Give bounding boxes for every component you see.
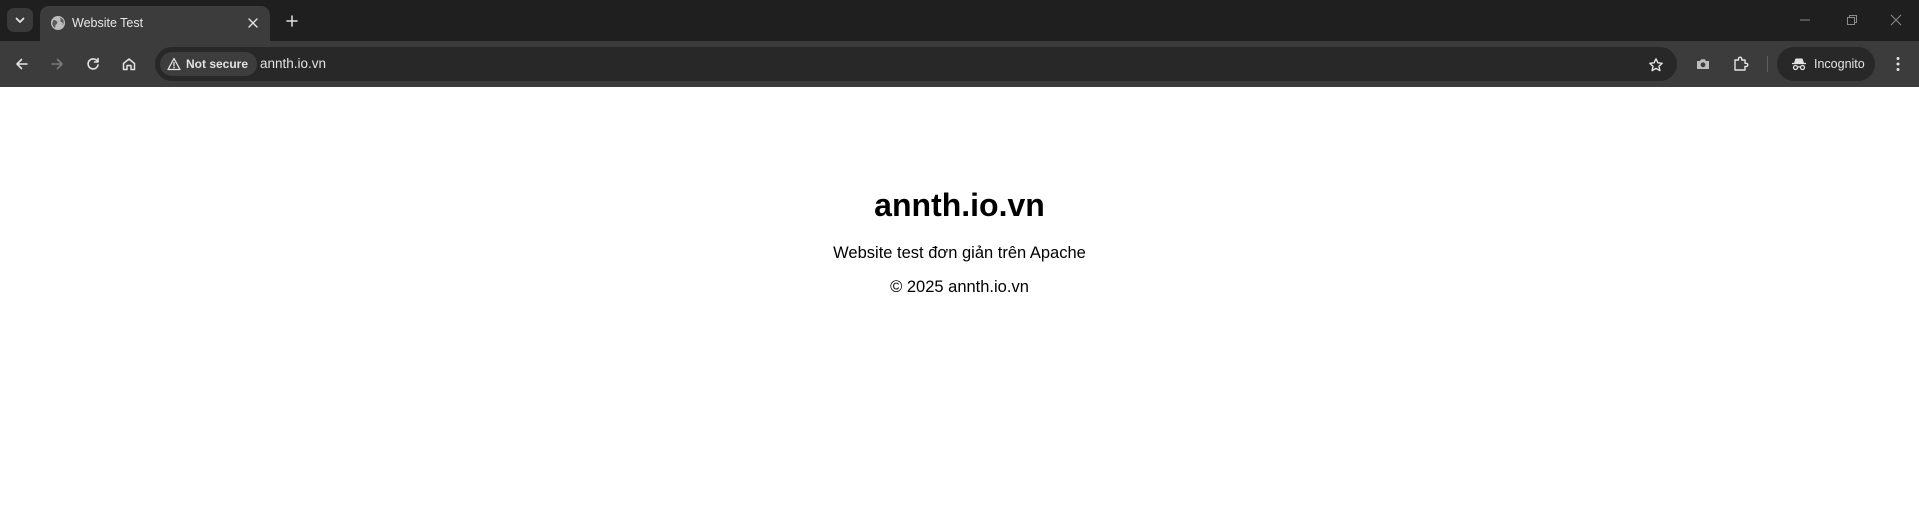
- incognito-profile-button[interactable]: Incognito: [1777, 47, 1875, 81]
- close-icon: [248, 18, 258, 28]
- tab-search-icon: [15, 17, 25, 23]
- forward-button[interactable]: [42, 49, 72, 79]
- extensions-icon: [1734, 56, 1749, 71]
- globe-icon: [51, 16, 65, 30]
- extensions-button[interactable]: [1727, 50, 1755, 78]
- forward-arrow-icon: [51, 58, 63, 70]
- new-tab-button[interactable]: [280, 9, 304, 33]
- tab-title: Website Test: [72, 16, 144, 30]
- bookmark-button[interactable]: [1645, 54, 1667, 76]
- active-tab[interactable]: Website Test: [40, 6, 270, 41]
- toolbar: Not secure annth.io.vn Incognito: [0, 41, 1919, 87]
- back-arrow-icon: [16, 58, 28, 70]
- incognito-icon: [1792, 58, 1806, 71]
- plus-icon: [286, 15, 298, 27]
- tab-search-button[interactable]: [7, 8, 33, 32]
- toolbar-divider: [1767, 56, 1768, 72]
- incognito-label: Incognito: [1814, 57, 1865, 71]
- page-description: Website test đơn giản trên Apache: [833, 244, 1086, 262]
- security-label: Not secure: [186, 57, 249, 71]
- address-bar[interactable]: Not secure annth.io.vn: [155, 47, 1677, 81]
- window-close-button[interactable]: [1880, 6, 1912, 34]
- browser-menu-button[interactable]: [1884, 50, 1912, 78]
- kebab-menu-icon: [1896, 57, 1900, 71]
- web-page: annth.io.vn Website test đơn giản trên A…: [0, 87, 1919, 505]
- screenshot-button[interactable]: [1689, 50, 1717, 78]
- url-text[interactable]: annth.io.vn: [260, 56, 326, 71]
- restore-icon: [1847, 15, 1857, 25]
- restore-button[interactable]: [1836, 6, 1868, 34]
- window-close-icon: [1890, 14, 1902, 26]
- minimize-icon: [1800, 19, 1810, 21]
- reload-icon: [87, 57, 99, 70]
- back-button[interactable]: [7, 49, 37, 79]
- page-footer: © 2025 annth.io.vn: [890, 278, 1029, 296]
- home-button[interactable]: [114, 49, 144, 79]
- star-icon: [1649, 58, 1663, 72]
- home-icon: [122, 58, 136, 71]
- minimize-button[interactable]: [1789, 6, 1821, 34]
- camera-icon: [1697, 59, 1709, 69]
- security-chip[interactable]: Not secure: [160, 52, 258, 76]
- reload-button[interactable]: [78, 49, 108, 79]
- tab-close-button[interactable]: [244, 14, 262, 32]
- page-heading: annth.io.vn: [874, 187, 1045, 223]
- warning-icon: [167, 57, 181, 71]
- tab-strip: Website Test: [0, 0, 1919, 41]
